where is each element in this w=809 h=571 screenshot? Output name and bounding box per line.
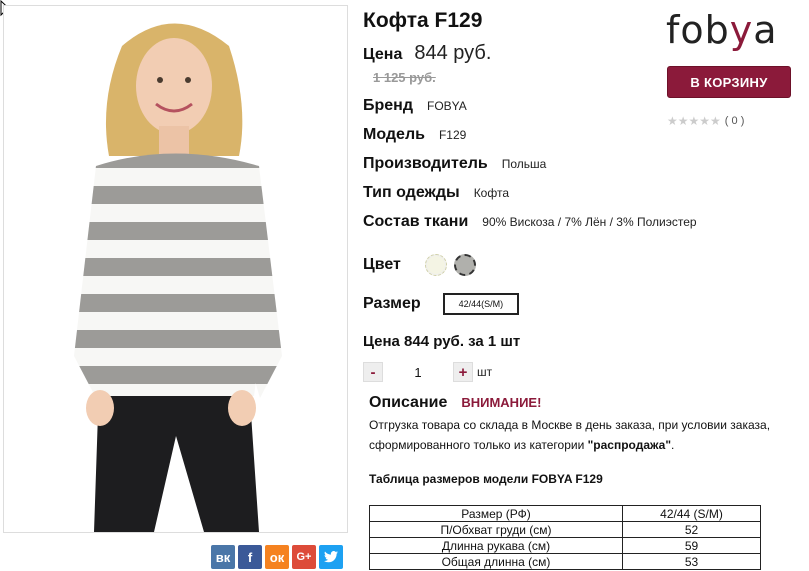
maker-label: Производитель: [363, 155, 488, 172]
description-text: Отгрузка товара со склада в Москве в ден…: [369, 415, 809, 455]
model-label: Модель: [363, 126, 425, 143]
color-row: Цвет: [363, 254, 483, 276]
model-row: Модель F129: [363, 126, 466, 144]
fabric-value: 90% Вискоза / 7% Лён / 3% Полиэстер: [482, 215, 697, 229]
increase-quantity-button[interactable]: +: [453, 362, 473, 382]
quantity-unit: шт: [477, 365, 493, 379]
logo-text-start: fob: [666, 8, 730, 52]
unit-price-row: Цена 844 руб. за 1 шт: [363, 333, 534, 350]
fabric-row: Состав ткани 90% Вискоза / 7% Лён / 3% П…: [363, 213, 697, 231]
old-price: 1 125 руб.: [373, 70, 436, 85]
star-rating-icon: ★★★★★: [667, 114, 721, 128]
table-cell: Размер (РФ): [369, 505, 623, 522]
decrease-quantity-button[interactable]: -: [363, 362, 383, 382]
maker-row: Производитель Польша: [363, 155, 546, 173]
description-line-2-text: сформированного только из категории: [369, 438, 588, 452]
price-label: Цена: [363, 46, 403, 63]
facebook-icon[interactable]: f: [238, 545, 262, 569]
table-row: Общая длинна (см) 53: [369, 553, 761, 570]
google-plus-icon[interactable]: G+: [292, 545, 316, 569]
maker-value: Польша: [501, 157, 547, 171]
color-swatch-gray[interactable]: [453, 254, 476, 276]
description-line-2: сформированного только из категории "рас…: [369, 435, 809, 455]
table-row: Размер (РФ) 42/44 (S/M): [369, 505, 761, 522]
brand-row: Бренд FOBYA: [363, 97, 467, 115]
vk-icon[interactable]: вк: [211, 545, 235, 569]
size-table: Размер (РФ) 42/44 (S/M) П/Обхват груди (…: [369, 505, 761, 570]
description-line-1: Отгрузка товара со склада в Москве в ден…: [369, 418, 771, 432]
type-row: Тип одежды Кофта: [363, 184, 509, 202]
fobya-logo[interactable]: fobya: [666, 8, 778, 52]
table-cell: Длинна рукава (см): [369, 537, 623, 554]
model-value: F129: [438, 128, 467, 142]
warning-label: ВНИМАНИЕ!: [461, 395, 542, 410]
type-label: Тип одежды: [363, 184, 460, 201]
size-row: Размер 42/44(S/M): [363, 293, 520, 315]
type-value: Кофта: [473, 186, 509, 200]
product-photo[interactable]: [3, 5, 348, 533]
description-line-2-end: .: [671, 438, 675, 452]
unit-price-text: Цена 844 руб. за 1 шт: [363, 333, 521, 350]
table-cell: 59: [622, 537, 761, 554]
product-title: Кофта F129: [363, 9, 483, 32]
description-label: Описание: [369, 394, 448, 411]
size-table-title: Таблица размеров модели FOBYA F129: [369, 472, 603, 486]
color-label: Цвет: [363, 256, 401, 273]
size-option-button[interactable]: 42/44(S/M): [442, 293, 520, 315]
brand-label: Бренд: [363, 97, 413, 114]
fabric-label: Состав ткани: [363, 213, 469, 230]
table-cell: 42/44 (S/M): [622, 505, 761, 522]
table-row: П/Обхват груди (см) 52: [369, 521, 761, 538]
price-value: 844 руб.: [414, 42, 492, 64]
rating-count: ( 0 ): [724, 115, 745, 127]
add-to-cart-button[interactable]: В КОРЗИНУ: [667, 66, 791, 98]
social-share-bar: вк f ок G+: [211, 545, 343, 569]
table-cell: 53: [622, 553, 761, 570]
logo-text-end: a: [753, 8, 778, 52]
price-row: Цена 844 руб.: [363, 42, 491, 65]
brand-value: FOBYA: [427, 99, 467, 113]
odnoklassniki-icon[interactable]: ок: [265, 545, 289, 569]
quantity-input[interactable]: 1: [383, 365, 453, 380]
twitter-bird-icon: [324, 551, 338, 563]
twitter-icon[interactable]: [319, 545, 343, 569]
sale-category-link[interactable]: "распродажа": [588, 438, 671, 452]
description-header: Описание ВНИМАНИЕ!: [369, 394, 541, 412]
table-row: Длинна рукава (см) 59: [369, 537, 761, 554]
table-cell: П/Обхват груди (см): [369, 521, 623, 538]
table-cell: Общая длинна (см): [369, 553, 623, 570]
quantity-stepper: - 1 + шт: [363, 362, 492, 382]
color-swatch-cream[interactable]: [424, 254, 447, 276]
logo-text-accent: y: [729, 8, 754, 52]
size-label: Размер: [363, 295, 421, 312]
table-cell: 52: [622, 521, 761, 538]
rating[interactable]: ★★★★★ ( 0 ): [667, 114, 744, 128]
